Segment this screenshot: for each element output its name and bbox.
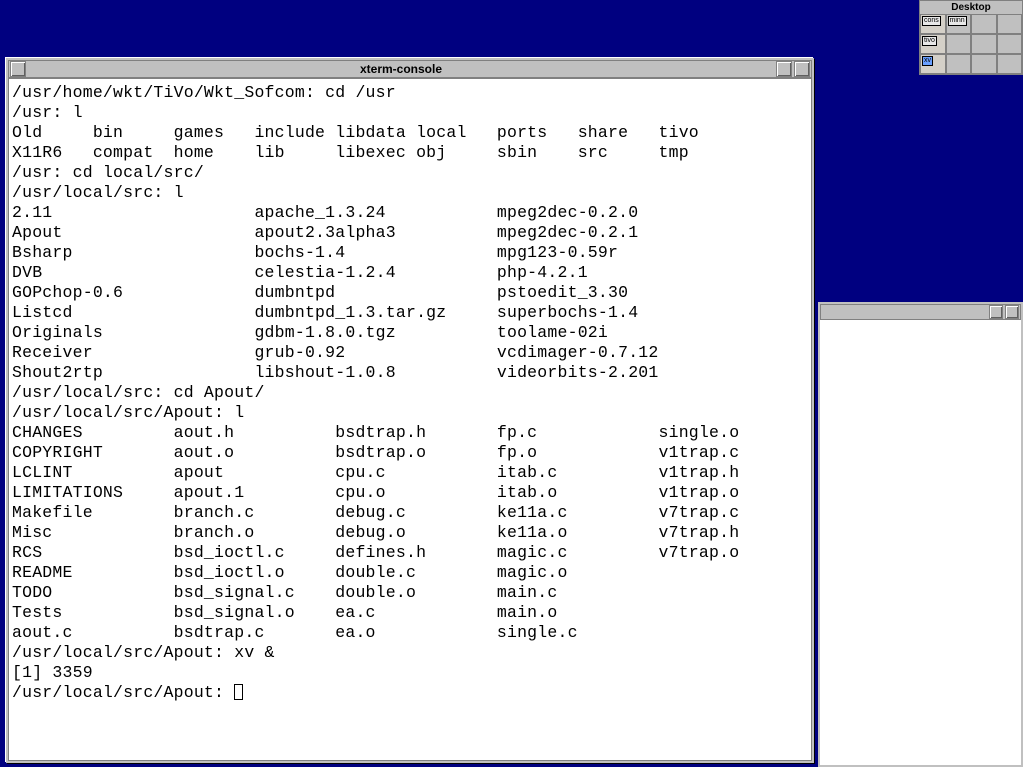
pager-grid: cons minn tivo xv: [920, 14, 1022, 74]
pager-cell[interactable]: [997, 14, 1023, 34]
side-titlebar[interactable]: [820, 304, 1021, 320]
pager-cell[interactable]: minn: [946, 14, 972, 34]
pager-cell[interactable]: [997, 34, 1023, 54]
pager-mini-tivo: tivo: [922, 36, 937, 46]
pager-cell[interactable]: [946, 34, 972, 54]
window-title: xterm-console: [27, 62, 775, 76]
pager-mini-xv: xv: [922, 56, 933, 66]
pager-cell[interactable]: [971, 14, 997, 34]
pager-mini-cons: cons: [922, 16, 941, 26]
pager-cell[interactable]: tivo: [920, 34, 946, 54]
pager-cell[interactable]: cons: [920, 14, 946, 34]
pager-cell[interactable]: xv: [920, 54, 946, 74]
side-window[interactable]: [818, 302, 1023, 767]
desktop-pager[interactable]: Desktop cons minn tivo xv: [919, 0, 1023, 75]
titlebar[interactable]: xterm-console: [8, 60, 812, 78]
pager-cell[interactable]: [971, 54, 997, 74]
xterm-window[interactable]: xterm-console /usr/home/wkt/TiVo/Wkt_Sof…: [6, 58, 814, 763]
minimize-button[interactable]: [989, 305, 1003, 319]
pager-mini-minn: minn: [948, 16, 967, 26]
window-menu-button[interactable]: [10, 61, 26, 77]
pager-label: Desktop: [920, 1, 1022, 14]
pager-cell[interactable]: [997, 54, 1023, 74]
pager-cell[interactable]: [946, 54, 972, 74]
pager-cell[interactable]: [971, 34, 997, 54]
minimize-button[interactable]: [776, 61, 792, 77]
cursor: [234, 684, 243, 700]
terminal-output[interactable]: /usr/home/wkt/TiVo/Wkt_Sofcom: cd /usr /…: [8, 78, 812, 761]
maximize-button[interactable]: [1005, 305, 1019, 319]
maximize-button[interactable]: [794, 61, 810, 77]
